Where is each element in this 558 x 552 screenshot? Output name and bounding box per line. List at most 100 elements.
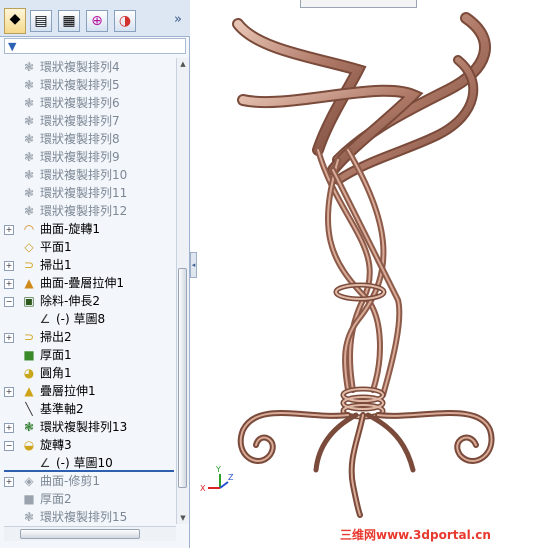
circular-pattern-icon: ❃ (23, 204, 35, 218)
triad-z-label: Z (228, 473, 234, 482)
expand-toggle[interactable]: + (4, 333, 14, 343)
circular-pattern-icon: ❃ (23, 510, 35, 524)
expand-toggle[interactable]: + (4, 279, 14, 289)
revolve-icon: ◒ (23, 438, 35, 452)
feature-manager-tab[interactable]: ◆ (4, 8, 26, 34)
foot-back (365, 412, 416, 473)
tree-item[interactable]: + ▲ 曲面-疊層拉伸1 (4, 274, 174, 292)
sketch-icon: ∠ (39, 456, 51, 470)
expand-toggle[interactable]: + (4, 477, 14, 487)
tree-item[interactable]: + ◠ 曲面-旋轉1 (4, 220, 174, 238)
tree-item[interactable]: − ▣ 除料-伸長2 (4, 292, 174, 310)
tree-item[interactable]: ◕ 圓角1 (4, 364, 174, 382)
tree-item[interactable]: + ❃ 環狀複製排列13 (4, 418, 174, 436)
tree-item[interactable]: + ⊃ 掃出1 (4, 256, 174, 274)
tree-item[interactable]: ❃ 環狀複製排列6 (4, 94, 174, 112)
rollback-bar[interactable] (4, 470, 174, 472)
cut-extrude-icon: ▣ (23, 294, 35, 308)
tree-item-label: 曲面-旋轉1 (40, 222, 100, 236)
vertical-scroll-thumb[interactable] (178, 268, 187, 488)
tree-item[interactable]: ❃ 環狀複製排列5 (4, 76, 174, 94)
fillet-icon: ◕ (23, 366, 35, 380)
triad-x-label: X (200, 484, 206, 493)
tree-item-label: 旋轉3 (40, 438, 72, 452)
tree-item[interactable]: ❃ 環狀複製排列12 (4, 202, 174, 220)
sweep-icon: ⊃ (23, 330, 35, 344)
circular-pattern-icon: ❃ (23, 60, 35, 74)
plane-icon: ◇ (24, 240, 34, 254)
tree-item-label: 環狀複製排列12 (40, 204, 128, 218)
feature-filter-input[interactable]: ▼ (4, 38, 186, 54)
collapse-toggle[interactable]: − (4, 441, 14, 451)
tree-item-label: 環狀複製排列11 (40, 186, 128, 200)
scroll-down-button[interactable]: ▼ (177, 512, 189, 524)
watermark-text: 三维网www.3dportal.cn (340, 528, 491, 542)
feature-tree: ❃ 環狀複製排列4 ❃ 環狀複製排列5 ❃ 環狀複製排列6 ❃ 環狀複製排列7 ❃ 環狀複製排列8… (4, 58, 174, 524)
horizontal-scroll-thumb[interactable] (20, 529, 140, 539)
panel-splitter-handle[interactable]: ◂ (190, 252, 197, 278)
dimxpert-tab[interactable]: ⊕ (86, 10, 108, 32)
tree-item-label: 疊層拉伸1 (40, 384, 96, 398)
tree-item[interactable]: ◇ 平面1 (4, 238, 174, 256)
circular-pattern-icon: ❃ (23, 78, 35, 92)
lofted-surface-icon: ▲ (24, 276, 34, 290)
circular-pattern-icon: ❃ (23, 168, 35, 182)
graphics-viewport[interactable]: Y X Z (198, 0, 558, 548)
tree-item[interactable]: ❃ 環狀複製排列11 (4, 184, 174, 202)
collapse-panel-button[interactable]: » (170, 12, 186, 28)
circular-pattern-icon: ❃ (23, 132, 35, 146)
tree-item-label: 曲面-疊層拉伸1 (40, 276, 124, 290)
display-manager-icon: ◑ (118, 13, 132, 29)
tree-item-label: 曲面-修剪1 (40, 474, 100, 488)
tree-item[interactable]: ❃ 環狀複製排列4 (4, 58, 174, 76)
tree-item-label: 平面1 (40, 240, 72, 254)
expand-toggle[interactable]: + (4, 387, 14, 397)
tree-item[interactable]: ❃ 環狀複製排列9 (4, 148, 174, 166)
filter-icon: ▼ (8, 40, 17, 53)
tree-item-label: 基準軸2 (40, 402, 84, 416)
tree-item-label: 環狀複製排列15 (40, 510, 128, 524)
tree-item-label: 環狀複製排列6 (40, 96, 120, 110)
tree-vertical-scrollbar[interactable]: ▲ ▼ (176, 58, 189, 524)
tree-item[interactable]: ❃ 環狀複製排列7 (4, 112, 174, 130)
expand-toggle[interactable]: + (4, 261, 14, 271)
expand-toggle[interactable]: + (4, 423, 14, 433)
circular-pattern-icon: ❃ (23, 420, 35, 434)
tree-item[interactable]: ∠ (-) 草圖8 (4, 310, 174, 328)
tree-item[interactable]: + ▲ 疊層拉伸1 (4, 382, 174, 400)
expand-toggle[interactable]: + (4, 225, 14, 235)
feature-manager-panel: ◆ ▤ ▦ ⊕ ◑ » ▼ ❃ 環狀複製排列4 ❃ 環狀複製排列5 ❃ 環狀複製排列6 ❃ 環… (0, 0, 190, 548)
foot-center (348, 412, 366, 518)
tree-item[interactable]: ■ 厚面2 (4, 490, 174, 508)
tree-item[interactable]: ╲ 基準軸2 (4, 400, 174, 418)
tree-item-label: 除料-伸長2 (40, 294, 100, 308)
manager-tabs: ◆ ▤ ▦ ⊕ ◑ » (0, 0, 190, 37)
tree-item[interactable]: ■ 厚面1 (4, 346, 174, 364)
collapse-toggle[interactable]: − (4, 297, 14, 307)
circular-pattern-icon: ❃ (23, 150, 35, 164)
tree-item[interactable]: ❃ 環狀複製排列8 (4, 130, 174, 148)
dimxpert-icon: ⊕ (91, 13, 103, 29)
feature-manager-icon: ◆ (9, 11, 21, 27)
scroll-up-button[interactable]: ▲ (177, 58, 189, 70)
tree-item-label: 環狀複製排列8 (40, 132, 120, 146)
display-manager-tab[interactable]: ◑ (114, 10, 136, 32)
tree-item-label: 環狀複製排列9 (40, 150, 120, 164)
triad-y-label: Y (215, 465, 221, 474)
tree-item-label: (-) 草圖8 (56, 312, 106, 326)
tree-horizontal-scrollbar[interactable] (4, 526, 176, 541)
tree-item[interactable]: ❃ 環狀複製排列15 (4, 508, 174, 524)
property-manager-tab[interactable]: ▤ (30, 10, 52, 32)
tree-item[interactable]: − ◒ 旋轉3 (4, 436, 174, 454)
sketch-icon: ∠ (39, 312, 51, 326)
configuration-manager-tab[interactable]: ▦ (58, 10, 80, 32)
revolved-surface-icon: ◠ (23, 222, 35, 236)
thicken-icon: ■ (23, 492, 35, 506)
axis-icon: ╲ (25, 402, 33, 416)
sweep-icon: ⊃ (23, 258, 35, 272)
tree-item-label: 圓角1 (40, 366, 72, 380)
tree-item[interactable]: ❃ 環狀複製排列10 (4, 166, 174, 184)
tree-item[interactable]: + ◈ 曲面-修剪1 (4, 472, 174, 490)
tree-item-label: 環狀複製排列5 (40, 78, 120, 92)
tree-item[interactable]: + ⊃ 掃出2 (4, 328, 174, 346)
